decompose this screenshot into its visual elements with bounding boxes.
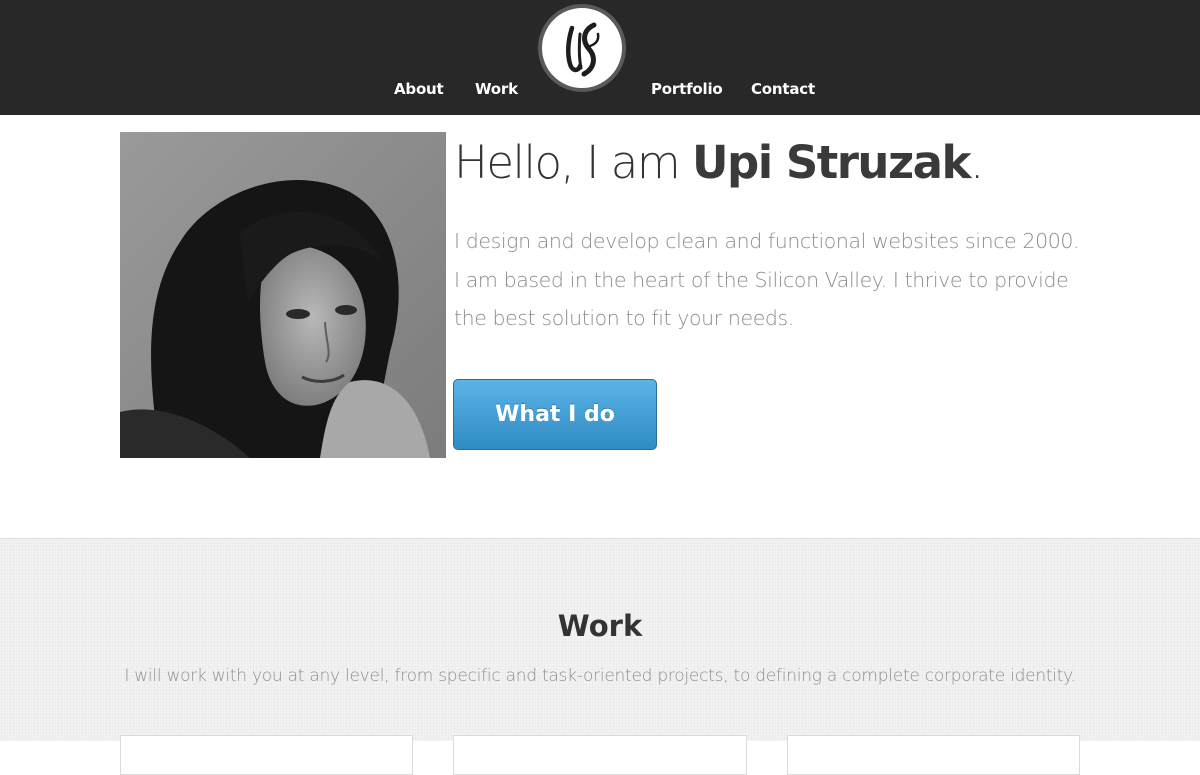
work-card[interactable]	[453, 735, 747, 775]
logo-monogram-icon	[566, 22, 600, 77]
nav-link-about[interactable]: About	[394, 80, 444, 98]
work-card[interactable]	[120, 735, 413, 775]
hero-greeting: Hello, I am	[454, 136, 692, 189]
hero-description-line: I design and develop clean and functiona…	[454, 229, 1080, 253]
hero-heading: Hello, I am Upi Struzak.	[454, 136, 984, 189]
what-i-do-button[interactable]: What I do	[453, 379, 657, 450]
nav-link-contact[interactable]: Contact	[751, 80, 815, 98]
hero-description: I design and develop clean and functiona…	[454, 222, 1094, 338]
hero-description-line: the best solution to fit your needs.	[454, 306, 794, 330]
hero-period: .	[969, 136, 984, 189]
hero-name: Upi Struzak	[691, 136, 971, 189]
portrait-image-icon	[120, 132, 446, 458]
work-heading: Work	[557, 609, 643, 643]
work-card[interactable]	[787, 735, 1080, 775]
site-header: About Work Portfolio Contact	[0, 0, 1200, 115]
hero-description-line: I am based in the heart of the Silicon V…	[454, 267, 1069, 292]
work-section: Work I will work with you at any level, …	[0, 538, 1200, 775]
work-description: I will work with you at any level, from …	[124, 666, 1076, 686]
nav-link-portfolio[interactable]: Portfolio	[651, 80, 723, 98]
site-logo[interactable]	[538, 4, 626, 92]
nav-link-work[interactable]: Work	[475, 80, 518, 98]
profile-photo	[120, 132, 446, 458]
